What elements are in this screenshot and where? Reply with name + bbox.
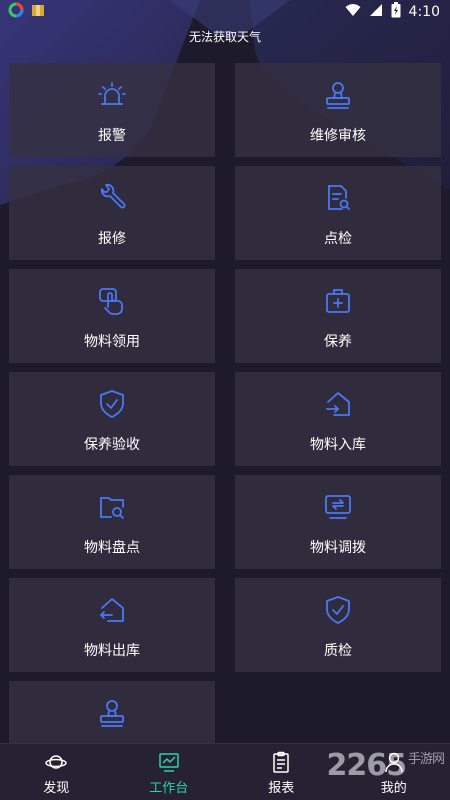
alarm-light-icon bbox=[96, 79, 128, 111]
card-label: 保养验收 bbox=[84, 437, 140, 453]
card-report-repair[interactable]: 报修 bbox=[9, 166, 215, 260]
card-label: 保养 bbox=[324, 334, 352, 350]
card-alarm[interactable]: 报警 bbox=[9, 63, 215, 157]
app-notification-icon bbox=[8, 2, 24, 22]
shield-check-icon bbox=[96, 388, 128, 420]
signal-icon bbox=[369, 3, 383, 21]
weather-text: 无法获取天气 bbox=[188, 30, 261, 44]
card-label: 物料调拨 bbox=[310, 540, 366, 556]
nav-workbench[interactable]: 工作台 bbox=[113, 744, 226, 800]
card-label: 维修审核 bbox=[310, 128, 366, 144]
nav-label: 发现 bbox=[43, 781, 70, 796]
status-bar: 4:10 bbox=[0, 0, 450, 24]
watermark-sub: 手游网 bbox=[407, 752, 445, 767]
nav-discover[interactable]: 发现 bbox=[0, 744, 113, 800]
warehouse-in-icon bbox=[322, 388, 354, 420]
card-label: 质检 bbox=[324, 643, 352, 659]
wifi-icon bbox=[345, 3, 361, 21]
package-notification-icon bbox=[30, 2, 46, 22]
monitor-chart-icon bbox=[159, 753, 179, 772]
card-material-inventory[interactable]: 物料盘点 bbox=[9, 475, 215, 569]
card-label: 物料入库 bbox=[310, 437, 366, 453]
nav-label: 工作台 bbox=[149, 781, 189, 796]
watermark: 2265 手游网 bbox=[326, 748, 445, 783]
card-label: 物料盘点 bbox=[84, 540, 140, 556]
status-right: 4:10 bbox=[345, 2, 440, 22]
nav-reports[interactable]: 报表 bbox=[225, 744, 338, 800]
card-label: 点检 bbox=[324, 231, 352, 247]
medical-kit-icon bbox=[322, 285, 354, 317]
card-maintenance-acceptance[interactable]: 保养验收 bbox=[9, 372, 215, 466]
stamp-icon bbox=[96, 697, 128, 729]
watermark-main: 2265 bbox=[326, 748, 406, 783]
clock: 4:10 bbox=[408, 4, 440, 20]
shield-check-icon bbox=[322, 594, 354, 626]
card-repair-review[interactable]: 维修审核 bbox=[235, 63, 441, 157]
warehouse-out-icon bbox=[96, 594, 128, 626]
card-label: 报警 bbox=[98, 128, 126, 144]
document-search-icon bbox=[322, 182, 354, 214]
clipboard-icon bbox=[273, 751, 289, 773]
card-quality-inspection[interactable]: 质检 bbox=[235, 578, 441, 672]
nav-label: 报表 bbox=[268, 781, 295, 796]
stamp-icon bbox=[322, 79, 354, 111]
transfer-monitor-icon bbox=[322, 491, 354, 523]
card-material-outbound[interactable]: 物料出库 bbox=[9, 578, 215, 672]
function-grid: 报警 维修审核 报修 点检 物料领用 保养 保养验收 物料入库 物料盘点 物料调… bbox=[9, 63, 441, 743]
folder-search-icon bbox=[96, 491, 128, 523]
card-label: 物料领用 bbox=[84, 334, 140, 350]
wrench-icon bbox=[96, 182, 128, 214]
status-left bbox=[8, 2, 46, 22]
card-label: 物料出库 bbox=[84, 643, 140, 659]
card-label: 报修 bbox=[98, 231, 126, 247]
card-stamp[interactable] bbox=[9, 681, 215, 743]
card-material-requisition[interactable]: 物料领用 bbox=[9, 269, 215, 363]
card-maintenance[interactable]: 保养 bbox=[235, 269, 441, 363]
tap-hand-icon bbox=[96, 285, 128, 317]
card-material-transfer[interactable]: 物料调拨 bbox=[235, 475, 441, 569]
card-material-inbound[interactable]: 物料入库 bbox=[235, 372, 441, 466]
card-spot-check[interactable]: 点检 bbox=[235, 166, 441, 260]
battery-icon bbox=[391, 2, 401, 22]
planet-icon bbox=[45, 755, 67, 769]
